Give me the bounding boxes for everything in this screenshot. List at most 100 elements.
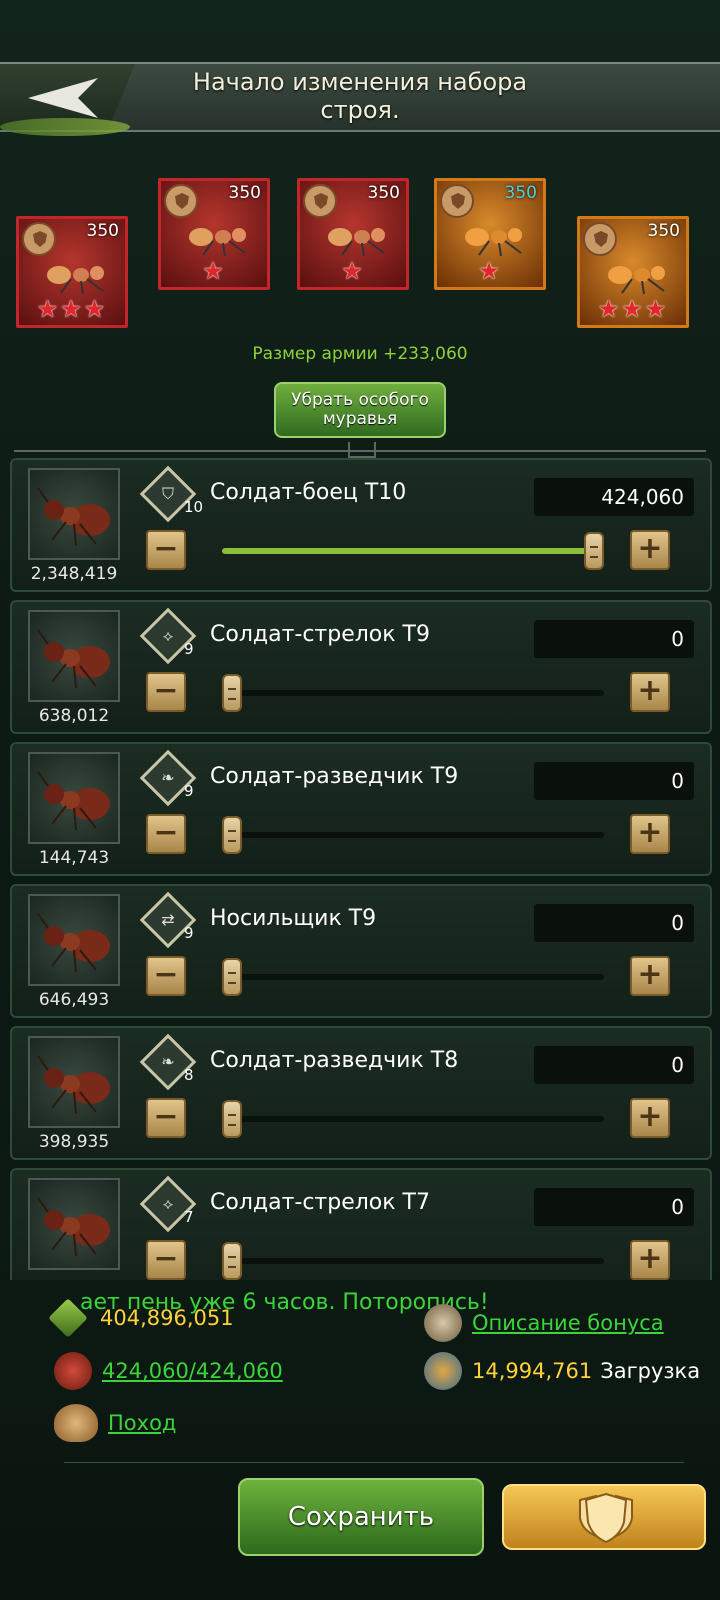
- unit-row: 646,493 ⇄ 9 Носильщик T9 0− +: [10, 884, 712, 1018]
- power-stat: 404,896,051: [48, 1298, 234, 1338]
- march-stat[interactable]: Поход: [54, 1404, 176, 1442]
- star-rating: ★: [478, 257, 502, 285]
- unit-type-level: 8: [184, 1066, 194, 1084]
- preset-button[interactable]: [502, 1484, 706, 1550]
- bonus-stat[interactable]: Описание бонуса: [424, 1304, 664, 1342]
- ant-icon: [47, 266, 104, 295]
- page-title: Начало изменения набора строя.: [192, 68, 528, 124]
- star-rating: ★: [202, 257, 226, 285]
- increase-button[interactable]: +: [630, 530, 670, 570]
- special-ant-card[interactable]: 350 ★: [297, 178, 409, 290]
- power-value: 404,896,051: [100, 1306, 234, 1330]
- march-link[interactable]: Поход: [108, 1411, 176, 1435]
- chart-icon: [424, 1304, 462, 1342]
- decrease-button[interactable]: −: [146, 814, 186, 854]
- shield-icon: [579, 1492, 633, 1544]
- unit-portrait: [28, 468, 120, 560]
- quantity-slider[interactable]: [222, 1242, 604, 1280]
- unit-type-level: 7: [184, 1208, 194, 1226]
- increase-button[interactable]: +: [630, 814, 670, 854]
- quantity-slider[interactable]: [222, 532, 604, 570]
- ant-icon: [37, 487, 110, 547]
- ant-icon: [37, 771, 110, 831]
- slider-handle[interactable]: [222, 958, 242, 996]
- decrease-button[interactable]: −: [146, 1240, 186, 1280]
- decrease-button[interactable]: −: [146, 1098, 186, 1138]
- ant-icon: [465, 228, 522, 257]
- unit-type-level: 9: [184, 924, 194, 942]
- unit-type-level: 10: [184, 498, 204, 516]
- unit-quantity-input[interactable]: 0: [534, 1046, 694, 1084]
- unit-available-count: 2,348,419: [30, 564, 118, 584]
- shield-icon: [164, 184, 198, 218]
- load-stat: 14,994,761 Загрузка: [424, 1352, 700, 1390]
- decrease-button[interactable]: −: [146, 672, 186, 712]
- snail-icon: [54, 1404, 98, 1442]
- troops-value[interactable]: 424,060/424,060: [102, 1359, 283, 1383]
- troops-stat: 424,060/424,060: [54, 1352, 283, 1390]
- slider-handle[interactable]: [222, 1100, 242, 1138]
- ant-icon: [37, 913, 110, 973]
- formation-screen: Начало изменения набора строя. 350 ★★★ 350…: [0, 0, 720, 1600]
- ant-level: 350: [228, 183, 261, 203]
- increase-button[interactable]: +: [630, 1240, 670, 1280]
- special-ant-card[interactable]: 350 ★★★: [16, 216, 128, 328]
- ant-icon: [37, 629, 110, 689]
- unit-type-level: 9: [184, 640, 194, 658]
- bonus-description-link[interactable]: Описание бонуса: [472, 1311, 664, 1335]
- unit-row: 2,348,419 ⛉ 10 Солдат-боец T10 424,060− +: [10, 458, 712, 592]
- unit-portrait: [28, 752, 120, 844]
- increase-button[interactable]: +: [630, 672, 670, 712]
- unit-quantity-input[interactable]: 0: [534, 762, 694, 800]
- army-size-text: Размер армии +233,060: [252, 344, 468, 364]
- unit-portrait: [28, 610, 120, 702]
- ant-icon: [37, 1055, 110, 1115]
- load-label: Загрузка: [600, 1359, 701, 1383]
- unit-name: Солдат-разведчик T8: [210, 1048, 459, 1073]
- special-ant-card[interactable]: 350 ★: [158, 178, 270, 290]
- load-value: 14,994,761: [472, 1359, 593, 1383]
- special-ant-card[interactable]: 350 ★★★: [577, 216, 689, 328]
- decrease-button[interactable]: −: [146, 956, 186, 996]
- unit-quantity-input[interactable]: 424,060: [534, 478, 694, 516]
- unit-type-level: 9: [184, 782, 194, 800]
- increase-button[interactable]: +: [630, 1098, 670, 1138]
- unit-portrait: [28, 894, 120, 986]
- unit-name: Солдат-боец T10: [210, 480, 407, 505]
- ant-level: 350: [367, 183, 400, 203]
- unit-available-count: 638,012: [38, 706, 110, 726]
- unit-quantity-input[interactable]: 0: [534, 904, 694, 942]
- slider-handle[interactable]: [222, 674, 242, 712]
- remove-special-ant-button[interactable]: Убрать особого муравья: [274, 382, 446, 438]
- unit-available-count: 646,493: [38, 990, 110, 1010]
- divider: [64, 1462, 684, 1463]
- shield-icon: [22, 222, 56, 256]
- increase-button[interactable]: +: [630, 956, 670, 996]
- slider-fill: [222, 548, 604, 554]
- unit-quantity-input[interactable]: 0: [534, 620, 694, 658]
- star-rating: ★★★: [36, 295, 108, 323]
- quantity-slider[interactable]: [222, 958, 604, 996]
- leaf-decoration: [0, 118, 130, 136]
- unit-name: Солдат-стрелок T9: [210, 622, 430, 647]
- swords-icon: [48, 1298, 88, 1338]
- unit-name: Солдат-разведчик T9: [210, 764, 459, 789]
- unit-name: Солдат-стрелок T7: [210, 1190, 430, 1215]
- slider-handle[interactable]: [222, 816, 242, 854]
- ant-icon: [37, 1197, 110, 1257]
- quantity-slider[interactable]: [222, 1100, 604, 1138]
- ant-level: 350: [86, 221, 119, 241]
- slider-handle[interactable]: [584, 532, 604, 570]
- slider-handle[interactable]: [222, 1242, 242, 1280]
- ant-icon: [328, 228, 385, 257]
- quantity-slider[interactable]: [222, 674, 604, 712]
- unit-quantity-input[interactable]: 0: [534, 1188, 694, 1226]
- unit-name: Носильщик T9: [210, 906, 377, 931]
- save-button[interactable]: Сохранить: [238, 1478, 484, 1556]
- special-ant-card[interactable]: 350 ★: [434, 178, 546, 290]
- divider: [14, 450, 706, 452]
- ant-icon: [54, 1352, 92, 1390]
- decrease-button[interactable]: −: [146, 530, 186, 570]
- ant-level: 350: [504, 183, 537, 203]
- quantity-slider[interactable]: [222, 816, 604, 854]
